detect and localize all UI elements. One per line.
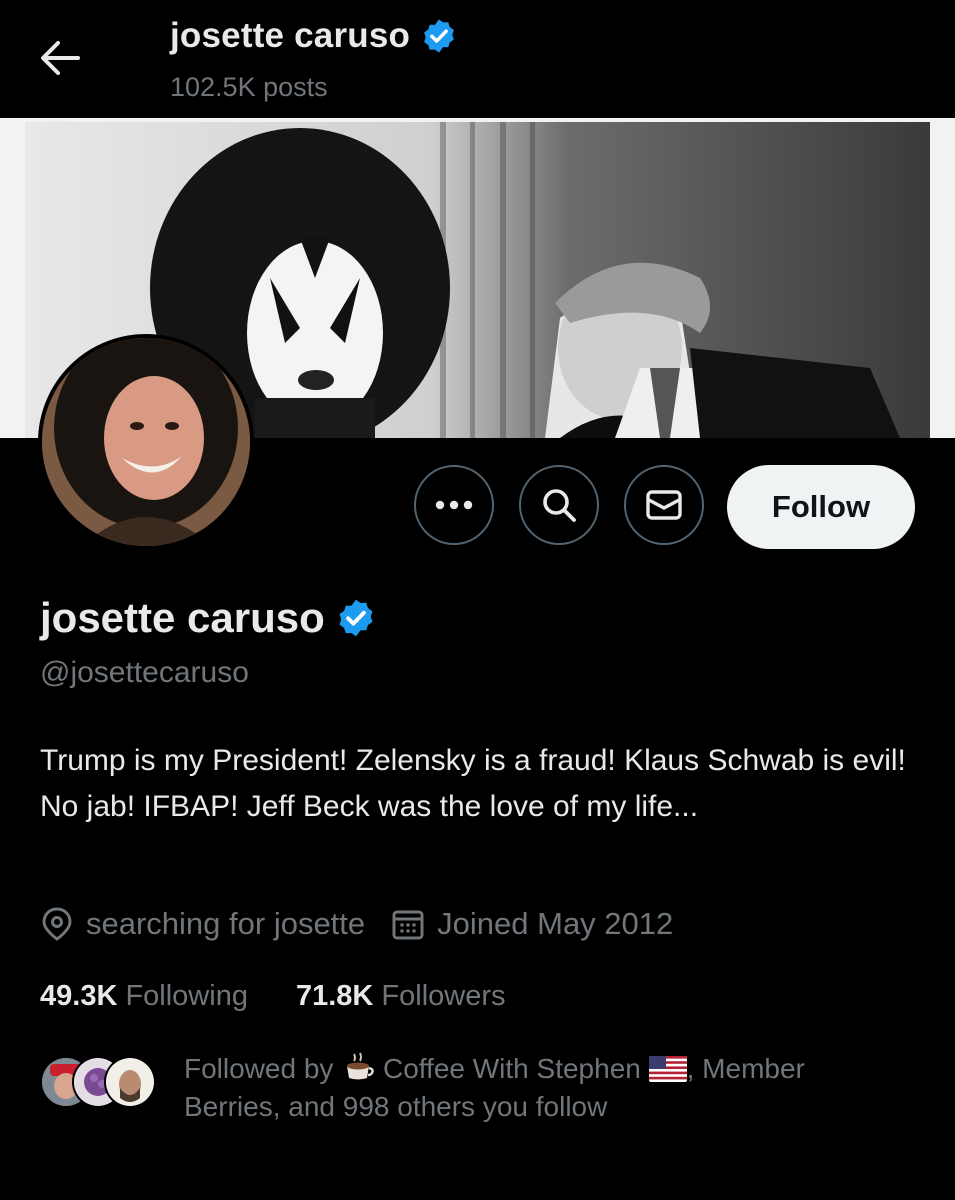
verified-badge-icon	[339, 599, 373, 637]
avatar-photo	[42, 338, 250, 546]
search-profile-button[interactable]	[519, 465, 599, 545]
followed-by-text: Followed by Coffee With Stephen , Member…	[184, 1050, 924, 1126]
location-item: searching for josette	[40, 906, 365, 942]
header-title: josette caruso	[170, 16, 411, 55]
more-icon	[435, 500, 473, 510]
display-name: josette caruso	[40, 594, 325, 641]
profile-meta: searching for josette Joined May 2012	[40, 906, 699, 942]
followers-stat[interactable]: 71.8K Followers	[296, 980, 506, 1013]
profile-bio: Trump is my President! Zelensky is a fra…	[40, 744, 906, 823]
follow-button[interactable]: Follow	[727, 465, 915, 549]
following-stat[interactable]: 49.3K Following	[40, 980, 248, 1013]
display-name-row: josette caruso	[40, 594, 377, 642]
following-label: Following	[125, 980, 248, 1012]
user-handle: @josettecaruso	[40, 656, 249, 689]
header-title-row: josette caruso	[170, 16, 458, 56]
joined-item: Joined May 2012	[391, 906, 673, 942]
calendar-icon	[392, 910, 424, 940]
message-button[interactable]	[624, 465, 704, 545]
joined-text: Joined May 2012	[437, 906, 674, 941]
search-icon	[543, 489, 576, 522]
coffee-emoji-icon	[347, 1052, 374, 1080]
mutual-avatars	[40, 1056, 160, 1112]
top-bar: josette caruso 102.5K posts	[0, 0, 955, 118]
followed-by-rest: Berries, and 998 others you follow	[184, 1091, 608, 1122]
us-flag-emoji-icon	[648, 1056, 687, 1082]
followed-by-prefix: Followed by	[184, 1053, 334, 1084]
verified-badge-icon	[424, 19, 455, 53]
following-count: 49.3K	[40, 980, 118, 1012]
mutual-name-1[interactable]: Coffee With Stephen	[383, 1053, 641, 1084]
back-arrow-icon[interactable]	[38, 38, 82, 78]
profile-avatar[interactable]	[38, 334, 254, 550]
mutual-name-1-suffix: , Member	[686, 1053, 805, 1084]
followers-count: 71.8K	[295, 980, 374, 1012]
location-text: searching for josette	[86, 906, 366, 941]
more-options-button[interactable]	[414, 465, 494, 545]
location-pin-icon	[42, 907, 72, 941]
mutual-avatar	[104, 1056, 156, 1108]
post-count: 102.5K posts	[170, 72, 328, 102]
message-icon	[646, 490, 682, 520]
followers-label: Followers	[381, 980, 506, 1012]
follow-stats: 49.3K Following 71.8K Followers	[40, 980, 554, 1013]
